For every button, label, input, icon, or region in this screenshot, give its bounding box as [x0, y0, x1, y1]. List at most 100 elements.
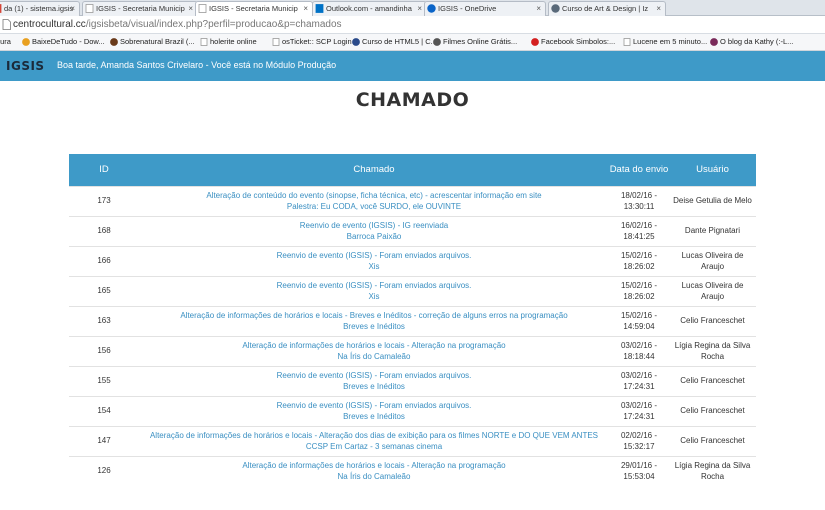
bookmark-label: osTicket:: SCP Login	[282, 37, 352, 46]
chamado-cell[interactable]: Reenvio de evento (IGSIS) - Foram enviad…	[139, 395, 609, 426]
table-row: 173 Alteração de conteúdo do evento (sino…	[69, 185, 756, 216]
browser-tab-label: IGSIS - Secretaria Municip	[96, 4, 185, 13]
chamado-id: 154	[69, 395, 139, 426]
chamado-link[interactable]: Reenvio de evento (IGSIS) - Foram enviad…	[141, 250, 607, 262]
close-icon[interactable]: ×	[188, 2, 193, 15]
chamado-link[interactable]: Reenvio de evento (IGSIS) - Foram enviad…	[141, 370, 607, 382]
send-date: 16/02/16 - 18:41:25	[609, 215, 669, 246]
chamado-link[interactable]: Reenvio de evento (IGSIS) - Foram enviad…	[141, 280, 607, 292]
event-name[interactable]: Xis	[141, 261, 607, 273]
user-name: Lígia Regina da Silva Rocha	[669, 335, 756, 366]
send-date: 03/02/16 - 17:24:31	[609, 365, 669, 396]
table-row: 156 Alteração de informações de horários …	[69, 335, 756, 366]
browser-tab[interactable]: Curso de Art & Design | Iz ×	[548, 1, 666, 16]
chamado-cell[interactable]: Reenvio de evento (IGSIS) - Foram enviad…	[139, 245, 609, 276]
chamado-link[interactable]: Alteração de informações de horários e l…	[141, 340, 607, 352]
bookmark-item[interactable]: Facebook Simbolos:...	[531, 36, 615, 48]
send-date: 15/02/16 - 14:59:04	[609, 305, 669, 336]
chamado-cell[interactable]: Reenvio de evento (IGSIS) - Foram enviad…	[139, 365, 609, 396]
event-name[interactable]: Breves e Inéditos	[141, 321, 607, 333]
browser-tab[interactable]: IGSIS - OneDrive ×	[424, 1, 546, 16]
globe-icon	[551, 4, 560, 13]
chamado-id: 173	[69, 185, 139, 216]
event-name[interactable]: Palestra: Eu CODA, você SURDO, ele OUVIN…	[141, 201, 607, 213]
bookmark-item[interactable]: O blog da Kathy (:-L...	[710, 36, 793, 48]
chamado-link[interactable]: Alteração de conteúdo do evento (sinopse…	[141, 190, 607, 202]
page-icon	[2, 19, 11, 30]
table-row: 154 Reenvio de evento (IGSIS) - Foram env…	[69, 395, 756, 426]
table-row: 147 Alteração de informações de horários …	[69, 425, 756, 456]
bookmark-icon	[433, 38, 441, 46]
chamado-link[interactable]: Alteração de informações de horários e l…	[141, 430, 607, 442]
chamado-cell[interactable]: Reenvio de evento (IGSIS) - IG reenviada…	[139, 215, 609, 246]
bookmark-icon	[110, 38, 118, 46]
chamado-id: 166	[69, 245, 139, 276]
address-bar[interactable]: centrocultural.cc/igsisbeta/visual/index…	[0, 16, 825, 34]
browser-tab[interactable]: da (1) - sistema.igsis ×	[0, 1, 80, 16]
event-name[interactable]: CCSP Em Cartaz - 3 semanas cinema	[141, 441, 607, 453]
browser-tab-label: IGSIS - OneDrive	[438, 4, 497, 13]
chamado-cell[interactable]: Reenvio de evento (IGSIS) - Foram enviad…	[139, 275, 609, 306]
event-name[interactable]: Na Íris do Camaleão	[141, 351, 607, 363]
bookmark-item[interactable]: holerite online	[200, 36, 257, 48]
bookmark-item[interactable]: Curso de HTML5 | C...	[352, 36, 437, 48]
chamados-table: ID Chamado Data do envio Usuário 173 Alte…	[69, 154, 756, 486]
bookmark-item[interactable]: osTicket:: SCP Login	[272, 36, 352, 48]
user-name: Lucas Oliveira de Araujo	[669, 275, 756, 306]
igsis-logo[interactable]: IGSIS	[6, 59, 45, 73]
send-date: 29/01/16 - 15:53:04	[609, 455, 669, 486]
chamado-id: 163	[69, 305, 139, 336]
browser-tab[interactable]: IGSIS - Secretaria Municip ×	[195, 1, 313, 17]
table-row: 163 Alteração de informações de horários …	[69, 305, 756, 336]
page-icon	[198, 4, 207, 13]
send-date: 03/02/16 - 18:18:44	[609, 335, 669, 366]
bookmark-label: Curso de HTML5 | C...	[362, 37, 437, 46]
chamado-cell[interactable]: Alteração de informações de horários e l…	[139, 305, 609, 336]
bookmark-item[interactable]: Filmes Online Grátis...	[433, 36, 517, 48]
bookmark-item[interactable]: BaixeDeTudo - Dow...	[22, 36, 105, 48]
chamado-id: 147	[69, 425, 139, 456]
chamado-link[interactable]: Alteração de informações de horários e l…	[141, 310, 607, 322]
table-header-row: ID Chamado Data do envio Usuário	[69, 154, 756, 186]
browser-tab[interactable]: IGSIS - Secretaria Municip ×	[82, 1, 198, 16]
bookmark-icon	[22, 38, 30, 46]
chamado-link[interactable]: Reenvio de evento (IGSIS) - Foram enviad…	[141, 400, 607, 412]
chamado-cell[interactable]: Alteração de informações de horários e l…	[139, 425, 609, 456]
bookmark-item[interactable]: Sobrenatural Brazil (...	[110, 36, 195, 48]
bookmark-label: O blog da Kathy (:-L...	[720, 37, 794, 46]
bookmark-label: Facebook Simbolos:...	[541, 37, 616, 46]
browser-tab-label: IGSIS - Secretaria Municip	[209, 4, 298, 13]
chamado-id: 168	[69, 215, 139, 246]
close-icon[interactable]: ×	[70, 2, 75, 15]
chamado-cell[interactable]: Alteração de informações de horários e l…	[139, 455, 609, 486]
close-icon[interactable]: ×	[303, 2, 308, 15]
chamado-link[interactable]: Alteração de informações de horários e l…	[141, 460, 607, 472]
bookmark-icon	[531, 38, 539, 46]
browser-tab[interactable]: Outlook.com - amandinha ×	[312, 1, 427, 16]
user-name: Celio Franceschet	[669, 395, 756, 426]
page-icon	[272, 38, 280, 46]
send-date: 18/02/16 - 13:30:11	[609, 185, 669, 216]
bookmark-item[interactable]: Lucene em 5 minuto...	[623, 36, 707, 48]
close-icon[interactable]: ×	[536, 2, 541, 15]
chamado-link[interactable]: Reenvio de evento (IGSIS) - IG reenviada	[141, 220, 607, 232]
page-icon	[85, 4, 94, 13]
chamado-cell[interactable]: Alteração de informações de horários e l…	[139, 335, 609, 366]
send-date: 03/02/16 - 17:24:31	[609, 395, 669, 426]
event-name[interactable]: Na Íris do Camaleão	[141, 471, 607, 483]
event-name[interactable]: Barroca Paixão	[141, 231, 607, 243]
bookmark-item[interactable]: tura	[0, 36, 11, 48]
table-row: 126 Alteração de informações de horários …	[69, 455, 756, 486]
event-name[interactable]: Xis	[141, 291, 607, 303]
close-icon[interactable]: ×	[656, 2, 661, 15]
event-name[interactable]: Breves e Inéditos	[141, 381, 607, 393]
url-text[interactable]: centrocultural.cc/igsisbeta/visual/index…	[13, 18, 342, 32]
close-icon[interactable]: ×	[417, 2, 422, 15]
event-name[interactable]: Breves e Inéditos	[141, 411, 607, 423]
bookmarks-bar: tura BaixeDeTudo - Dow... Sobrenatural Bra…	[0, 34, 825, 51]
bookmark-label: holerite online	[210, 37, 257, 46]
chamado-cell[interactable]: Alteração de conteúdo do evento (sinopse…	[139, 185, 609, 216]
page-icon	[200, 38, 208, 46]
bookmark-label: BaixeDeTudo - Dow...	[32, 37, 105, 46]
chamado-id: 156	[69, 335, 139, 366]
